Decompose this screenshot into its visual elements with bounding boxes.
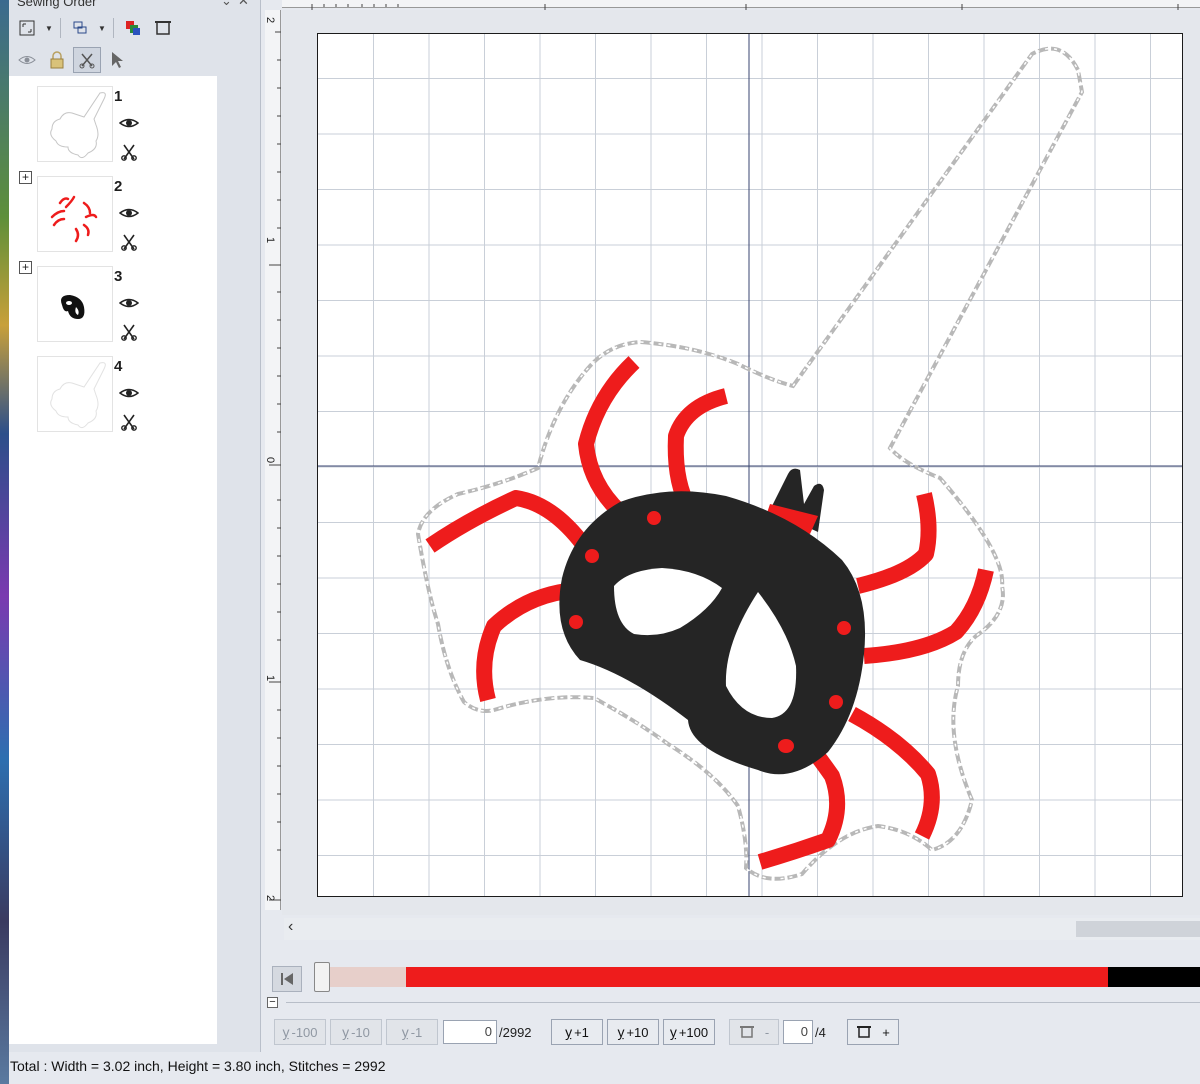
progress-red-segment — [406, 967, 1108, 987]
outline-light-thumb-svg — [50, 362, 106, 429]
scissors-icon[interactable] — [120, 233, 138, 251]
list-item[interactable]: 4 — [9, 346, 217, 434]
stitch-slider-handle[interactable] — [314, 962, 330, 992]
fit-view-button[interactable] — [13, 15, 41, 41]
collapse-toggle[interactable]: − — [267, 997, 278, 1008]
horizontal-ruler — [282, 0, 1200, 11]
list-item[interactable]: + 2 — [9, 166, 217, 254]
panel-toolbar-1: ▼ ▼ — [13, 14, 177, 42]
frame-icon — [155, 21, 171, 35]
group-icon — [73, 21, 87, 34]
select-button[interactable] — [103, 47, 131, 73]
fit-view-dropdown[interactable]: ▼ — [43, 15, 55, 41]
expand-toggle[interactable]: + — [19, 171, 32, 184]
next-color-button[interactable]: + — [847, 1019, 899, 1045]
thumbnail-legs — [37, 176, 113, 252]
eye-icon[interactable] — [119, 386, 139, 400]
ruler-label: 2 — [264, 894, 277, 902]
progress-done-segment — [328, 967, 406, 987]
embroidery-app: Sewing Order ⌄ ✕ ▼ ▼ 1 + 2 + 3 4 2 1 0 1… — [0, 0, 1200, 1084]
legs-thumb-svg — [50, 195, 98, 243]
scissors-icon — [79, 53, 95, 69]
panel-title: Sewing Order — [17, 0, 97, 9]
thumbnail-outline — [37, 86, 113, 162]
outline-thumb-svg — [50, 92, 106, 159]
body-thumb-svg — [61, 295, 85, 319]
back-10-button[interactable]: ỵ -10 — [330, 1019, 382, 1045]
panel-toolbar-2 — [13, 46, 131, 74]
horizontal-scrollbar[interactable]: ‹ — [284, 918, 1200, 940]
desktop-background-strip — [0, 0, 9, 1084]
frame-icon — [739, 1026, 754, 1038]
item-number: 2 — [114, 178, 123, 195]
list-item[interactable]: + 3 — [9, 256, 217, 344]
eye-icon[interactable] — [119, 206, 139, 220]
needle-icon: ỵ — [565, 1024, 573, 1040]
scrollbar-thumb[interactable] — [1076, 921, 1200, 937]
spider-body[interactable] — [559, 468, 866, 775]
eye-icon[interactable] — [119, 116, 139, 130]
previous-color-button[interactable]: - — [729, 1019, 779, 1045]
thumbnail-outline-light — [37, 356, 113, 432]
needle-icon: ỵ — [282, 1024, 290, 1040]
stitch-controls: ỵ -100 ỵ -10 ỵ -1 0 /2992 ỵ +1 ỵ +10 ỵ +100 - … — [274, 1019, 899, 1045]
needle-icon: ỵ — [342, 1024, 350, 1040]
color-blocks-icon — [126, 21, 140, 35]
total-stitches-label: /2992 — [499, 1024, 532, 1040]
current-stitch-input[interactable]: 0 — [443, 1020, 497, 1044]
color-order-button[interactable] — [119, 15, 147, 41]
group-dropdown[interactable]: ▼ — [96, 15, 108, 41]
item-number: 4 — [114, 358, 123, 375]
item-number: 1 — [114, 88, 123, 105]
scroll-left-icon[interactable]: ‹ — [288, 918, 293, 936]
item-number: 3 — [114, 268, 123, 285]
list-item[interactable]: 1 — [9, 76, 217, 164]
scissors-icon[interactable] — [120, 143, 138, 161]
eye-icon — [18, 56, 36, 64]
ruler-label: 1 — [264, 674, 277, 682]
pin-icon[interactable]: ⌄ — [221, 0, 232, 9]
skip-start-icon — [281, 973, 293, 985]
expand-toggle[interactable]: + — [19, 261, 32, 274]
ruler-label: 0 — [264, 456, 277, 464]
forward-10-button[interactable]: ỵ +10 — [607, 1019, 659, 1045]
eye-icon[interactable] — [119, 296, 139, 310]
scissors-icon[interactable] — [120, 323, 138, 341]
ruler-label: 1 — [264, 236, 277, 244]
sewing-order-panel: Sewing Order ⌄ ✕ ▼ ▼ 1 + 2 + 3 4 — [9, 0, 261, 1052]
lock-icon — [50, 51, 64, 69]
back-100-button[interactable]: ỵ -100 — [274, 1019, 326, 1045]
group-button[interactable] — [66, 15, 94, 41]
needle-icon: ỵ — [401, 1024, 409, 1040]
needle-icon: ỵ — [669, 1024, 677, 1040]
close-icon[interactable]: ✕ — [238, 0, 249, 9]
back-1-button[interactable]: ỵ -1 — [386, 1019, 438, 1045]
ruler-label: 2 — [264, 16, 277, 24]
sewing-order-list: 1 + 2 + 3 4 — [9, 76, 217, 1044]
current-color-input[interactable]: 0 — [783, 1020, 813, 1044]
frame-button[interactable] — [149, 15, 177, 41]
needle-icon: ỵ — [617, 1024, 625, 1040]
fit-view-icon — [19, 20, 35, 36]
forward-100-button[interactable]: ỵ +100 — [663, 1019, 715, 1045]
scissors-icon[interactable] — [120, 413, 138, 431]
design-total-status: Total : Width = 3.02 inch, Height = 3.80… — [10, 1058, 386, 1074]
lock-button[interactable] — [43, 47, 71, 73]
thumbnail-body — [37, 266, 113, 342]
cursor-arrow-icon — [112, 52, 123, 68]
scissors-button[interactable] — [73, 47, 101, 73]
stitch-progress-track[interactable] — [328, 967, 1200, 987]
go-to-start-button[interactable] — [272, 966, 302, 992]
show-all-button[interactable] — [13, 47, 41, 73]
total-colors-label: /4 — [815, 1024, 826, 1040]
design-svg — [318, 34, 1182, 896]
vertical-ruler: 2 1 0 1 2 — [264, 10, 281, 910]
frame-icon — [857, 1026, 872, 1038]
hoop-canvas[interactable] — [317, 33, 1183, 897]
forward-1-button[interactable]: ỵ +1 — [551, 1019, 603, 1045]
